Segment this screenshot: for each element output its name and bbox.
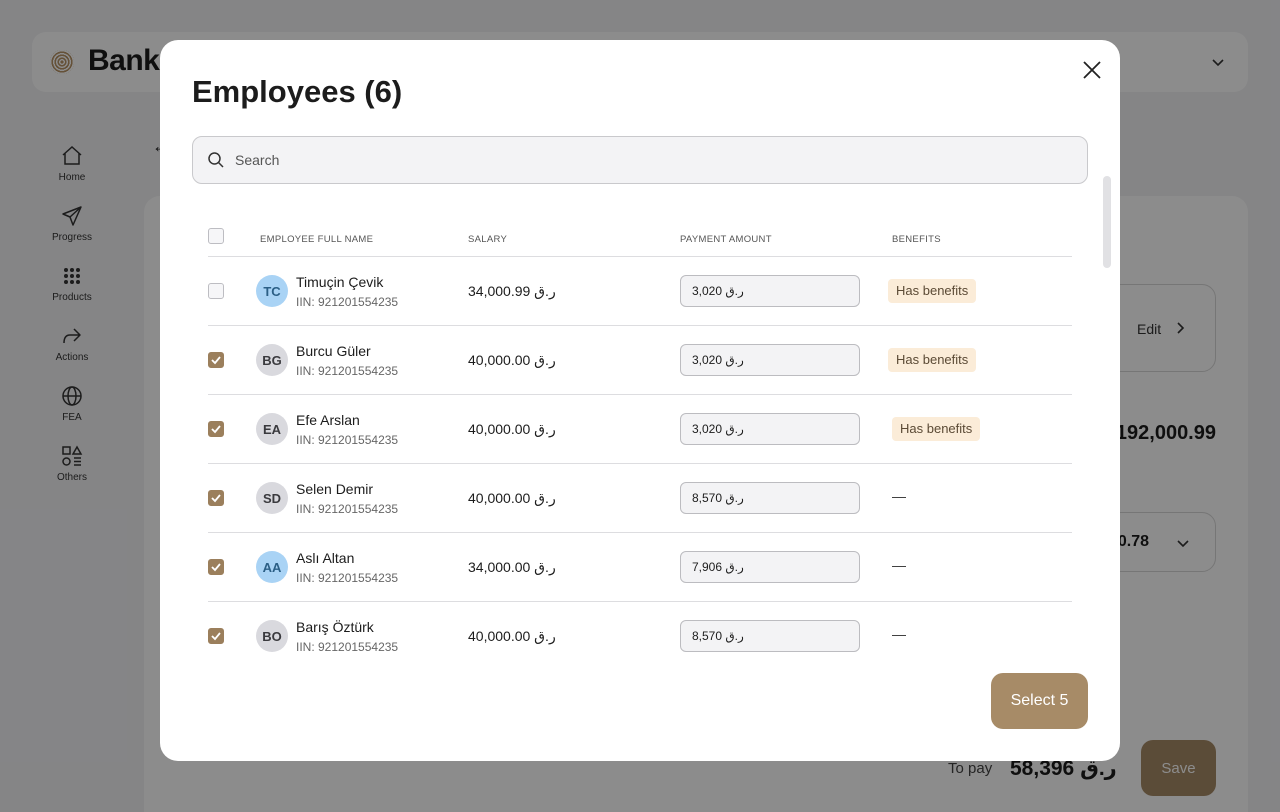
benefits-empty: —: [892, 626, 906, 642]
employee-name: Efe Arslan: [296, 412, 360, 428]
table-header: EMPLOYEE FULL NAME SALARY PAYMENT AMOUNT…: [208, 220, 1072, 257]
avatar: AA: [256, 551, 288, 583]
salary-value: ر.ق 40,000.00: [468, 490, 556, 506]
checkmark-icon: [211, 563, 221, 572]
employee-name: Timuçin Çevik: [296, 274, 384, 290]
row-checkbox[interactable]: [208, 421, 224, 437]
payment-amount-input[interactable]: [680, 344, 860, 376]
row-checkbox[interactable]: [208, 628, 224, 644]
checkmark-icon: [211, 425, 221, 434]
table-row: BO Barış Öztürk IIN: 921201554235 ر.ق 40…: [208, 602, 1072, 671]
scrollbar[interactable]: [1103, 176, 1111, 268]
benefits-empty: —: [892, 557, 906, 573]
employees-modal: Employees (6) EMPLOYEE FULL NAME SALARY …: [160, 40, 1120, 761]
salary-value: ر.ق 34,000.00: [468, 559, 556, 575]
avatar: BO: [256, 620, 288, 652]
table-row: AA Aslı Altan IIN: 921201554235 ر.ق 34,0…: [208, 533, 1072, 602]
employee-iin: IIN: 921201554235: [296, 433, 399, 447]
checkmark-icon: [211, 356, 221, 365]
payment-amount-input[interactable]: [680, 551, 860, 583]
employee-iin: IIN: 921201554235: [296, 571, 399, 585]
select-button[interactable]: Select 5: [991, 673, 1088, 729]
employee-name: Barış Öztürk: [296, 619, 374, 635]
benefits-badge: Has benefits: [892, 417, 981, 441]
close-button[interactable]: [1078, 56, 1106, 84]
payment-amount-input[interactable]: [680, 620, 860, 652]
avatar: BG: [256, 344, 288, 376]
column-header-name: EMPLOYEE FULL NAME: [260, 234, 374, 245]
row-checkbox[interactable]: [208, 352, 224, 368]
avatar: EA: [256, 413, 288, 445]
search-box: [192, 136, 1088, 184]
benefits-badge: Has benefits: [888, 279, 977, 303]
row-checkbox[interactable]: [208, 559, 224, 575]
table-row: BG Burcu Güler IIN: 921201554235 ر.ق 40,…: [208, 326, 1072, 395]
employee-name: Burcu Güler: [296, 343, 371, 359]
checkmark-icon: [211, 494, 221, 503]
search-icon: [208, 152, 224, 168]
search-input[interactable]: [235, 137, 1075, 183]
avatar: SD: [256, 482, 288, 514]
close-icon: [1083, 61, 1101, 79]
employee-iin: IIN: 921201554235: [296, 640, 399, 654]
employee-name: Aslı Altan: [296, 550, 355, 566]
row-checkbox[interactable]: [208, 283, 224, 299]
table-row: TC Timuçin Çevik IIN: 921201554235 ر.ق 3…: [208, 257, 1072, 326]
employee-iin: IIN: 921201554235: [296, 295, 399, 309]
payment-amount-input[interactable]: [680, 275, 860, 307]
avatar: TC: [256, 275, 288, 307]
table-row: EA Efe Arslan IIN: 921201554235 ر.ق 40,0…: [208, 395, 1072, 464]
modal-title: Employees (6): [192, 74, 403, 109]
employees-table: EMPLOYEE FULL NAME SALARY PAYMENT AMOUNT…: [208, 220, 1072, 671]
salary-value: ر.ق 40,000.00: [468, 421, 556, 437]
salary-value: ر.ق 40,000.00: [468, 628, 556, 644]
checkmark-icon: [211, 632, 221, 641]
payment-amount-input[interactable]: [680, 482, 860, 514]
employee-iin: IIN: 921201554235: [296, 502, 399, 516]
column-header-salary: SALARY: [468, 234, 508, 245]
employee-name: Selen Demir: [296, 481, 374, 497]
employee-iin: IIN: 921201554235: [296, 364, 399, 378]
salary-value: ر.ق 34,000.99: [468, 283, 556, 299]
column-header-payment: PAYMENT AMOUNT: [680, 234, 772, 245]
column-header-benefits: BENEFITS: [892, 234, 941, 245]
benefits-badge: Has benefits: [888, 348, 977, 372]
payment-amount-input[interactable]: [680, 413, 860, 445]
benefits-empty: —: [892, 488, 906, 504]
row-checkbox[interactable]: [208, 490, 224, 506]
table-row: SD Selen Demir IIN: 921201554235 ر.ق 40,…: [208, 464, 1072, 533]
select-all-checkbox[interactable]: [208, 228, 224, 244]
salary-value: ر.ق 40,000.00: [468, 352, 556, 368]
